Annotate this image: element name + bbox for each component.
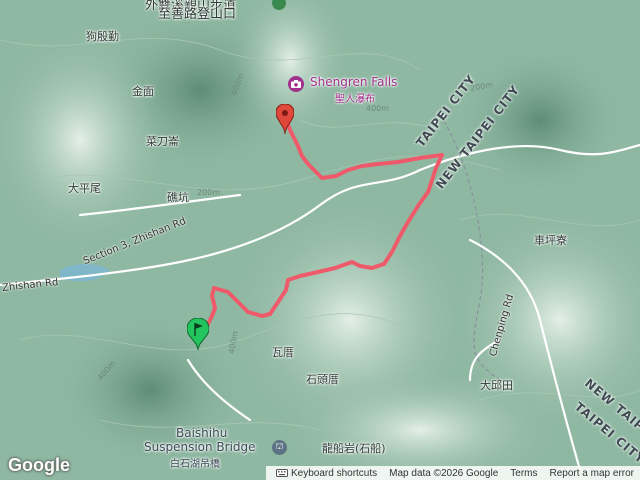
place-label: 車坪寮 [534,234,567,247]
camera-icon[interactable] [288,76,304,92]
keyboard-icon [275,469,288,477]
place-label: 金面 [132,85,154,98]
google-logo: Google [8,455,70,475]
contour-label: 400m [366,104,390,113]
place-label: 石頭厝 [306,373,339,386]
place-label: 狗殷勤 [86,30,119,43]
poi-sublabel-bridge: 白石湖吊橋 [170,459,220,470]
place-label: 瓦厝 [272,346,294,359]
green-flag-pin-icon[interactable] [186,317,210,354]
poi-label-falls[interactable]: Shengren Falls [310,75,397,89]
place-label: 大邱田 [480,379,513,392]
place-label: 菜刀崙 [146,135,179,148]
map-data-text: Map data ©2026 Google [389,467,499,479]
keyboard-shortcuts-link[interactable]: Keyboard shortcuts [270,468,383,479]
place-label: 龍船岩(石船) [322,442,386,455]
terms-link[interactable]: Terms [504,468,543,479]
poi-sublabel-falls: 聖人瀑布 [335,94,375,105]
monument-icon[interactable]: ⛫ [272,440,287,455]
poi-label-bridge[interactable]: Baishihu [176,426,227,440]
attribution-bar: Keyboard shortcuts Map data ©2026 Google… [265,466,640,480]
place-label: 至善路登山口 [158,7,237,22]
red-pin-icon[interactable] [275,103,295,138]
map-canvas[interactable]: 400m 200m 200m 400m 400m 400m 外雙溪親山步道 至善… [0,0,640,480]
report-error-link[interactable]: Report a map error [544,468,640,479]
place-label: 礁坑 [167,191,189,204]
place-label: 大平尾 [68,182,101,195]
poi-label-bridge-line2[interactable]: Suspension Bridge [144,440,256,454]
contour-label: 200m [197,188,221,197]
